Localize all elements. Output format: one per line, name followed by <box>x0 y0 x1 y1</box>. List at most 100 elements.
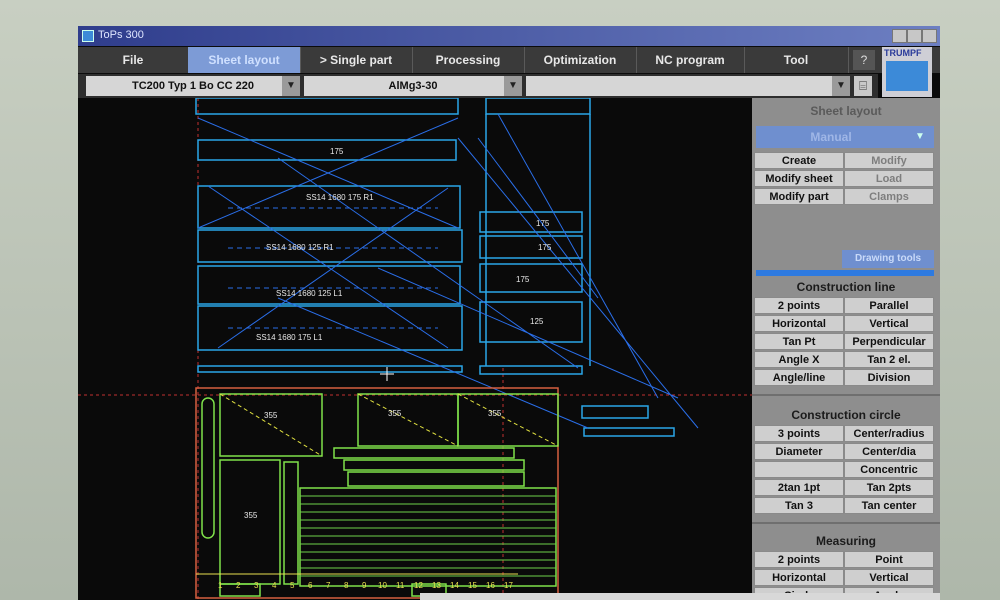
label-0: 175 <box>330 147 344 156</box>
machine-select[interactable]: TC200 Typ 1 Bo CC 220 ▼ <box>86 76 300 96</box>
modify-sheet-button[interactable]: Modify sheet <box>754 170 844 187</box>
third-select[interactable]: ▼ <box>526 76 850 96</box>
cc-tan-3-button[interactable]: Tan 3 <box>754 497 844 514</box>
part-355-d <box>219 459 281 585</box>
m-point-button[interactable]: Point <box>844 551 934 568</box>
svg-text:17: 17 <box>504 581 513 590</box>
cc-empty-button[interactable] <box>754 461 844 478</box>
help-button[interactable]: ? <box>853 50 875 70</box>
svg-text:15: 15 <box>468 581 477 590</box>
m-2-points-button[interactable]: 2 points <box>754 551 844 568</box>
brand-mark <box>886 61 928 91</box>
cc-concentric-button[interactable]: Concentric <box>844 461 934 478</box>
menu-nc-program[interactable]: NC program <box>636 47 745 73</box>
cl-vertical-button[interactable]: Vertical <box>844 315 934 332</box>
minimize-button[interactable] <box>892 29 907 43</box>
part-strip <box>197 365 463 373</box>
chevron-down-icon[interactable]: ▼ <box>282 76 300 96</box>
m-horizontal-button[interactable]: Horizontal <box>754 569 844 586</box>
cl-tan-pt-button[interactable]: Tan Pt <box>754 333 844 350</box>
label-3: SS14 1680 125 L1 <box>276 289 343 298</box>
part-right-a <box>479 211 583 233</box>
cc-tan-center-button[interactable]: Tan center <box>844 497 934 514</box>
label-7: 175 <box>516 275 530 284</box>
label-11: 355 <box>488 409 502 418</box>
toolbar: TC200 Typ 1 Bo CC 220 ▼ AlMg3-30 ▼ ▼ ⌸ <box>78 74 878 98</box>
svg-text:12: 12 <box>414 581 423 590</box>
app-window: ToPs 300 File Sheet layout > Single part… <box>78 26 940 600</box>
hatching <box>300 495 556 577</box>
app-icon <box>82 30 94 42</box>
layout-tool-icon[interactable]: ⌸ <box>854 76 872 96</box>
part-small-a <box>581 405 649 419</box>
modify-part-button[interactable]: Modify part <box>754 188 844 205</box>
cl-angle-line-button[interactable]: Angle/line <box>754 369 844 386</box>
label-2: SS14 1680 125 R1 <box>266 243 334 252</box>
part-hatched <box>299 487 557 587</box>
divider <box>752 394 940 396</box>
modify-button[interactable]: Modify <box>844 152 934 169</box>
maximize-button[interactable] <box>907 29 922 43</box>
menu-bar: File Sheet layout > Single part Processi… <box>78 47 940 97</box>
machine-select-value: TC200 Typ 1 Bo CC 220 <box>131 80 255 92</box>
panel-title: Sheet layout <box>810 104 882 118</box>
menu-processing[interactable]: Processing <box>412 47 525 73</box>
part-right-b <box>479 235 583 259</box>
menu-single-part[interactable]: > Single part <box>300 47 413 73</box>
label-9: 355 <box>264 411 278 420</box>
label-1: SS14 1680 175 R1 <box>306 193 374 202</box>
svg-text:8: 8 <box>344 581 349 590</box>
drawing-canvas[interactable]: 175 SS14 1680 175 R1 SS14 1680 125 R1 SS… <box>78 98 752 600</box>
cc-2tan-1pt-button[interactable]: 2tan 1pt <box>754 479 844 496</box>
divider <box>752 522 940 524</box>
chevron-down-icon[interactable]: ▼ <box>906 126 934 148</box>
cl-2-points-button[interactable]: 2 points <box>754 297 844 314</box>
status-toolbar <box>420 593 940 600</box>
create-button[interactable]: Create <box>754 152 844 169</box>
svg-text:10: 10 <box>378 581 387 590</box>
cc-diameter-button[interactable]: Diameter <box>754 443 844 460</box>
cc-tan-2pts-button[interactable]: Tan 2pts <box>844 479 934 496</box>
label-4: SS14 1680 175 L1 <box>256 333 323 342</box>
drawing-tools-tab[interactable]: Drawing tools <box>842 250 934 268</box>
load-button[interactable]: Load <box>844 170 934 187</box>
mode-select[interactable]: Manual <box>756 126 906 148</box>
svg-text:14: 14 <box>450 581 459 590</box>
drawing-tools-indicator <box>756 270 934 276</box>
svg-text:11: 11 <box>396 581 405 590</box>
cl-perpendicular-button[interactable]: Perpendicular <box>844 333 934 350</box>
nesting-drawing: 175 SS14 1680 175 R1 SS14 1680 125 R1 SS… <box>78 98 752 600</box>
cc-center-dia-button[interactable]: Center/dia <box>844 443 934 460</box>
construction-circle-title: Construction circle <box>791 408 901 422</box>
menu-file[interactable]: File <box>78 47 189 73</box>
cc-3-points-button[interactable]: 3 points <box>754 425 844 442</box>
part-right-c <box>479 263 583 293</box>
cl-angle-x-button[interactable]: Angle X <box>754 351 844 368</box>
chevron-down-icon[interactable]: ▼ <box>504 76 522 96</box>
part-bar-b <box>343 459 525 471</box>
m-vertical-button[interactable]: Vertical <box>844 569 934 586</box>
part-right-top <box>485 98 591 115</box>
material-select[interactable]: AlMg3-30 ▼ <box>304 76 522 96</box>
cursor-cross-icon <box>380 367 394 381</box>
svg-text:6: 6 <box>308 581 313 590</box>
menu-optimization[interactable]: Optimization <box>524 47 637 73</box>
lower-parts <box>195 387 559 599</box>
cl-horizontal-button[interactable]: Horizontal <box>754 315 844 332</box>
close-button[interactable] <box>922 29 937 43</box>
menu-sheet-layout[interactable]: Sheet layout <box>188 47 301 73</box>
svg-text:3: 3 <box>254 581 259 590</box>
chevron-down-icon[interactable]: ▼ <box>832 76 850 96</box>
menu-tool[interactable]: Tool <box>744 47 849 73</box>
window-title: ToPs 300 <box>98 29 144 41</box>
part-right-strip <box>479 365 583 375</box>
cl-tan-2-el-button[interactable]: Tan 2 el. <box>844 351 934 368</box>
part-oval <box>201 397 215 539</box>
cl-parallel-button[interactable]: Parallel <box>844 297 934 314</box>
cc-center-radius-button[interactable]: Center/radius <box>844 425 934 442</box>
cl-division-button[interactable]: Division <box>844 369 934 386</box>
svg-text:13: 13 <box>432 581 441 590</box>
svg-text:7: 7 <box>326 581 331 590</box>
svg-text:2: 2 <box>236 581 241 590</box>
clamps-button[interactable]: Clamps <box>844 188 934 205</box>
